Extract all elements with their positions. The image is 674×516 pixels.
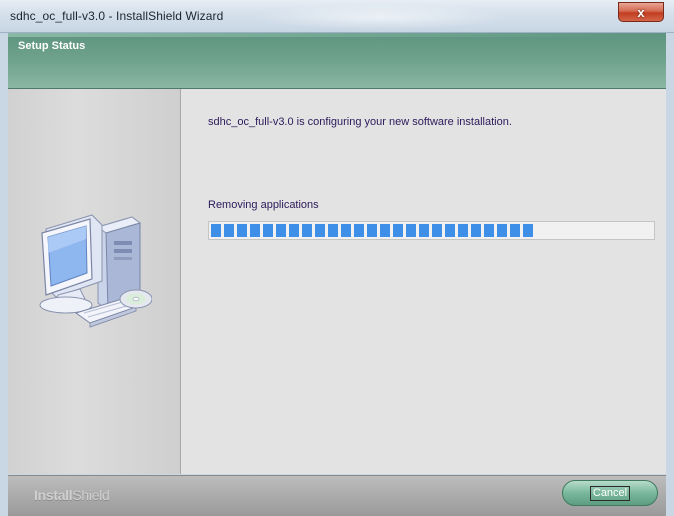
content-panel: sdhc_oc_full-v3.0 is configuring your ne… bbox=[181, 89, 666, 474]
close-icon: x bbox=[637, 4, 645, 20]
installshield-window: sdhc_oc_full-v3.0 - InstallShield Wizard… bbox=[0, 0, 674, 516]
computer-with-cd-icon bbox=[39, 214, 152, 328]
wizard-footer: InstallShield Cancel bbox=[8, 475, 666, 516]
status-message: sdhc_oc_full-v3.0 is configuring your ne… bbox=[208, 116, 512, 128]
title-bar[interactable]: sdhc_oc_full-v3.0 - InstallShield Wizard… bbox=[0, 0, 674, 33]
installshield-logo: InstallShield bbox=[34, 487, 110, 503]
close-button[interactable]: x bbox=[618, 2, 664, 22]
page-title: Setup Status bbox=[18, 40, 86, 52]
logo-text-light: Shield bbox=[72, 487, 110, 503]
cancel-button[interactable]: Cancel bbox=[562, 480, 658, 506]
progress-bar bbox=[208, 221, 655, 240]
logo-text-bold: Install bbox=[34, 487, 73, 503]
wizard-header: Setup Status bbox=[8, 33, 666, 89]
progress-bar-fill bbox=[211, 224, 533, 237]
left-illustration-panel bbox=[8, 89, 181, 474]
window-title: sdhc_oc_full-v3.0 - InstallShield Wizard bbox=[10, 9, 224, 23]
cancel-button-label: Cancel bbox=[589, 485, 631, 501]
header-accent-strip bbox=[8, 33, 666, 37]
progress-status-label: Removing applications bbox=[208, 199, 319, 211]
